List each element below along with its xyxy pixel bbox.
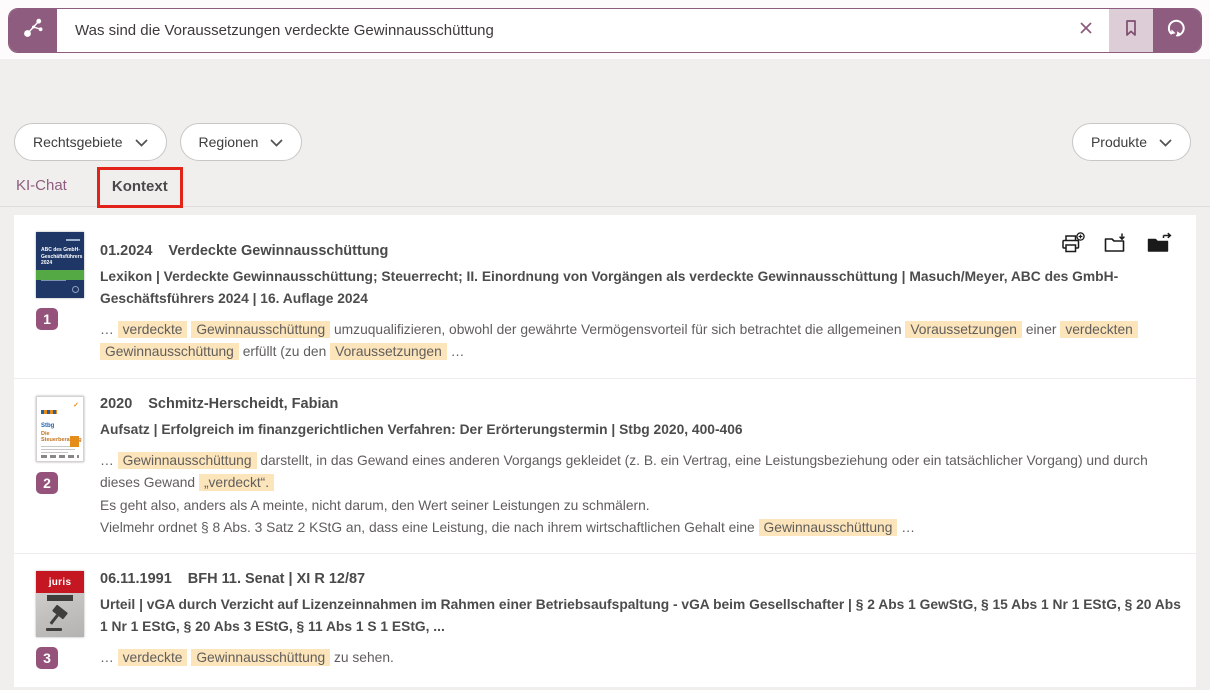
highlighted-term: Voraussetzungen	[905, 321, 1022, 338]
result-left-column: ABC des GmbH-Geschäftsführers 2024 1	[22, 232, 100, 364]
bookmark-search-button[interactable]	[1109, 9, 1153, 52]
result-number-badge: 3	[36, 647, 58, 669]
folder-export-icon[interactable]	[1146, 232, 1172, 255]
highlighted-term: Gewinnausschüttung	[759, 519, 898, 536]
tab-bar: KI-Chat Kontext	[0, 161, 1210, 207]
thumbnail-cover-title: ABC des GmbH-Geschäftsführers 2024	[41, 247, 80, 267]
result-item: ABC des GmbH-Geschäftsführers 2024 1 01.…	[14, 215, 1196, 378]
printer-add-icon[interactable]	[1060, 232, 1085, 255]
result-subtitle: Lexikon | Verdeckte Gewinnausschüttung; …	[100, 266, 1182, 310]
app-menu-button[interactable]	[9, 9, 57, 52]
top-bar	[0, 0, 1210, 59]
result-date: 2020	[100, 396, 132, 412]
result-subtitle: Urteil | vGA durch Verzicht auf Lizenzei…	[100, 594, 1182, 638]
result-date: 01.2024	[100, 243, 152, 259]
result-actions	[1060, 232, 1182, 255]
tab-kontext[interactable]: Kontext	[112, 178, 168, 195]
document-thumbnail[interactable]: ABC des GmbH-Geschäftsführers 2024	[36, 232, 84, 298]
result-header: 01.2024 Verdeckte Gewinnausschüttung	[100, 232, 1182, 259]
highlighted-term: verdeckten	[1060, 321, 1138, 338]
thumbnail-brand: Stbg	[41, 423, 79, 429]
filter-label: Regionen	[199, 134, 259, 150]
chevron-down-icon	[135, 134, 148, 150]
result-item: ✓StbgDie Steuerberatung 2 2020 Schmitz-H…	[14, 378, 1196, 553]
result-body: 06.11.1991 BFH 11. Senat | XI R 12/87 Ur…	[100, 571, 1182, 687]
bookmark-icon	[1122, 18, 1140, 43]
highlighted-term: Gewinnausschüttung	[191, 649, 330, 666]
highlighted-term: „verdeckt“.	[199, 474, 274, 491]
tab-ki-chat[interactable]: KI-Chat	[16, 177, 67, 206]
highlighted-term: Gewinnausschüttung	[191, 321, 330, 338]
highlighted-term: Gewinnausschüttung	[118, 452, 257, 469]
highlighted-term: verdeckte	[118, 649, 188, 666]
chevron-down-icon	[1159, 134, 1172, 150]
result-date: 06.11.1991	[100, 571, 172, 587]
snippet-line: … Gewinnausschüttung darstellt, in das G…	[100, 450, 1182, 495]
result-body: 2020 Schmitz-Herscheidt, Fabian Aufsatz …	[100, 396, 1182, 539]
search-input[interactable]	[57, 9, 1063, 52]
filter-regionen[interactable]: Regionen	[180, 123, 303, 161]
annotation-highlight: Kontext	[97, 167, 183, 208]
gavel-icon	[44, 603, 76, 633]
result-item: juris 3 06.11.1991 BFH 11. Senat | XI R …	[14, 553, 1196, 687]
filter-label: Produkte	[1091, 134, 1147, 150]
network-graph-icon	[20, 16, 46, 45]
snippet-line: Vielmehr ordnet § 8 Abs. 3 Satz 2 KStG a…	[100, 517, 1182, 539]
highlighted-term: Voraussetzungen	[330, 343, 447, 360]
close-icon	[1078, 20, 1094, 41]
result-title-link[interactable]: BFH 11. Senat | XI R 12/87	[188, 571, 365, 587]
highlighted-term: Gewinnausschüttung	[100, 343, 239, 360]
filter-produkte[interactable]: Produkte	[1072, 123, 1191, 161]
highlighted-term: verdeckte	[118, 321, 188, 338]
result-snippet: … Gewinnausschüttung darstellt, in das G…	[100, 450, 1182, 539]
clear-search-button[interactable]	[1063, 9, 1109, 52]
result-title-link[interactable]: Schmitz-Herscheidt, Fabian	[148, 396, 338, 412]
result-subtitle: Aufsatz | Erfolgreich im finanzgerichtli…	[100, 419, 1182, 441]
results-list: ABC des GmbH-Geschäftsführers 2024 1 01.…	[14, 215, 1196, 687]
result-snippet: … verdeckte Gewinnausschüttung umzuquali…	[100, 319, 1182, 364]
document-thumbnail[interactable]: ✓StbgDie Steuerberatung	[36, 396, 84, 462]
result-left-column: juris 3	[22, 571, 100, 687]
result-body: 01.2024 Verdeckte Gewinnausschüttung Lex…	[100, 232, 1182, 364]
result-title-link[interactable]: Verdeckte Gewinnausschüttung	[168, 243, 388, 259]
document-thumbnail[interactable]: juris	[36, 571, 84, 637]
search-bar	[8, 8, 1202, 53]
filter-rechtsgebiete[interactable]: Rechtsgebiete	[14, 123, 167, 161]
result-snippet: … verdeckte Gewinnausschüttung zu sehen.…	[100, 647, 1182, 687]
result-number-badge: 2	[36, 472, 58, 494]
snippet-line: … verdeckte Gewinnausschüttung zu sehen.	[100, 647, 1182, 669]
snippet-line: … verdeckte Gewinnausschüttung umzuquali…	[100, 319, 1182, 364]
result-left-column: ✓StbgDie Steuerberatung 2	[22, 396, 100, 539]
chevron-down-icon	[270, 134, 283, 150]
chat-refresh-button[interactable]	[1153, 9, 1201, 52]
snippet-line: Es geht also, anders als A meinte, nicht…	[100, 495, 1182, 517]
filter-row: Rechtsgebiete Regionen Produkte	[0, 123, 1210, 161]
result-number-badge: 1	[36, 308, 58, 330]
result-header: 2020 Schmitz-Herscheidt, Fabian	[100, 396, 1182, 412]
chat-refresh-icon	[1165, 17, 1189, 44]
result-header: 06.11.1991 BFH 11. Senat | XI R 12/87	[100, 571, 1182, 587]
filter-label: Rechtsgebiete	[33, 134, 123, 150]
folder-download-icon[interactable]	[1103, 232, 1128, 255]
thumbnail-brand: juris	[49, 577, 72, 588]
